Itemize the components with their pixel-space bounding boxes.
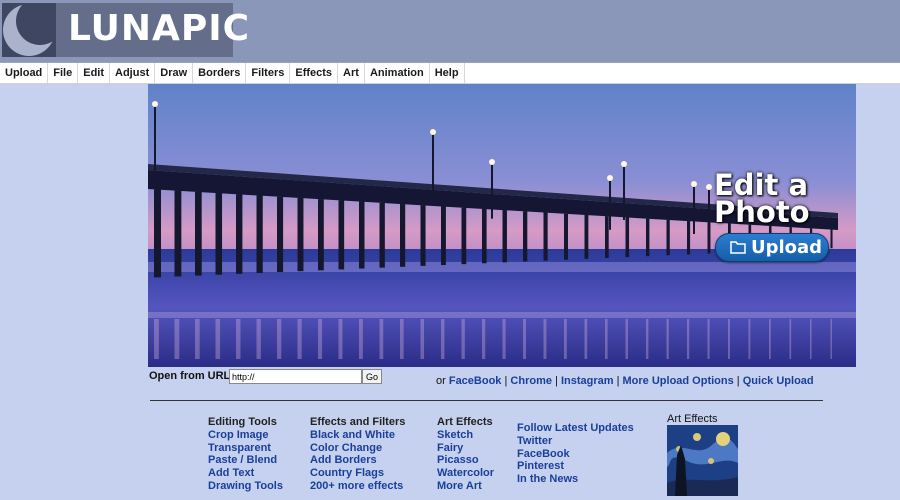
divider <box>150 400 823 401</box>
link-twitter[interactable]: Twitter <box>517 435 634 448</box>
menu-art[interactable]: Art <box>338 63 365 83</box>
open-url-label: Open from URL: <box>149 370 234 382</box>
menu-help[interactable]: Help <box>430 63 465 83</box>
tool-column: Art Effects Sketch Fairy Picasso Watercolor M… <box>437 416 494 493</box>
folder-icon <box>730 241 746 254</box>
column-heading: Editing Tools <box>208 416 277 428</box>
link-country-flags[interactable]: Country Flags <box>310 467 405 480</box>
menu-draw[interactable]: Draw <box>155 63 194 83</box>
link-separator: | <box>551 375 561 387</box>
link-facebook[interactable]: FaceBook <box>517 448 634 461</box>
starry-night-thumbnail[interactable] <box>667 425 738 496</box>
link-in-the-news[interactable]: In the News <box>517 473 634 486</box>
links-prefix: or <box>436 375 449 387</box>
link-crop-image[interactable]: Crop Image <box>208 429 283 442</box>
link-watercolor[interactable]: Watercolor <box>437 467 494 480</box>
menu-adjust[interactable]: Adjust <box>110 63 156 83</box>
link-chrome[interactable]: Chrome <box>510 375 552 387</box>
link-transparent[interactable]: Transparent <box>208 442 283 455</box>
link-separator: | <box>613 375 623 387</box>
link-add-text[interactable]: Add Text <box>208 467 283 480</box>
link-drawing-tools[interactable]: Drawing Tools <box>208 480 283 493</box>
menu-effects[interactable]: Effects <box>290 63 339 83</box>
menu-borders[interactable]: Borders <box>193 63 247 83</box>
link-facebook[interactable]: FaceBook <box>449 375 502 387</box>
link-sketch[interactable]: Sketch <box>437 429 494 442</box>
moon-logo-icon <box>2 3 56 57</box>
art-effects-label: Art Effects <box>667 413 718 425</box>
url-input[interactable] <box>229 369 362 384</box>
link-more-upload-options[interactable]: More Upload Options <box>623 375 734 387</box>
column-heading: Effects and Filters <box>310 416 406 428</box>
link-color-change[interactable]: Color Change <box>310 442 405 455</box>
link-follow-latest-updates[interactable]: Follow Latest Updates <box>517 422 634 435</box>
column-heading: Art Effects <box>437 416 493 428</box>
menu-animation[interactable]: Animation <box>365 63 430 83</box>
go-button[interactable]: Go <box>362 369 382 384</box>
link-separator: | <box>733 375 743 387</box>
link-quick-upload[interactable]: Quick Upload <box>743 375 814 387</box>
heading-line-2: Photo <box>714 195 810 229</box>
link-add-borders[interactable]: Add Borders <box>310 454 405 467</box>
menu-upload[interactable]: Upload <box>0 63 49 83</box>
tool-column: Follow Latest Updates Twitter FaceBook Pint… <box>517 422 634 486</box>
site-header: LUNAPIC <box>0 0 900 62</box>
link-black-and-white[interactable]: Black and White <box>310 429 405 442</box>
link-more-art[interactable]: More Art <box>437 480 494 493</box>
hero-banner: Edit a Photo Upload <box>148 84 856 367</box>
upload-button-label: Upload <box>751 237 823 258</box>
link-pinterest[interactable]: Pinterest <box>517 460 634 473</box>
edit-photo-heading: Edit a Photo <box>714 171 810 229</box>
lunapic-logo[interactable]: LUNAPIC <box>2 3 249 57</box>
link-fairy[interactable]: Fairy <box>437 442 494 455</box>
menu-filters[interactable]: Filters <box>246 63 291 83</box>
upload-button[interactable]: Upload <box>715 233 829 262</box>
main-menu-bar: Upload File Edit Adjust Draw Borders Filters Ef… <box>0 62 900 84</box>
link-paste-blend[interactable]: Paste / Blend <box>208 454 283 467</box>
link-picasso[interactable]: Picasso <box>437 454 494 467</box>
tool-column: Effects and Filters Black and White Color … <box>310 416 405 493</box>
logo-text: LUNAPIC <box>68 8 251 49</box>
upload-source-links: or FaceBook | Chrome | Instagram | More … <box>436 375 814 387</box>
link-200-more-effects[interactable]: 200+ more effects <box>310 480 405 493</box>
tool-column: Editing Tools Crop Image Transparent Paste … <box>208 416 283 493</box>
link-instagram[interactable]: Instagram <box>561 375 614 387</box>
menu-edit[interactable]: Edit <box>78 63 111 83</box>
menu-file[interactable]: File <box>48 63 79 83</box>
